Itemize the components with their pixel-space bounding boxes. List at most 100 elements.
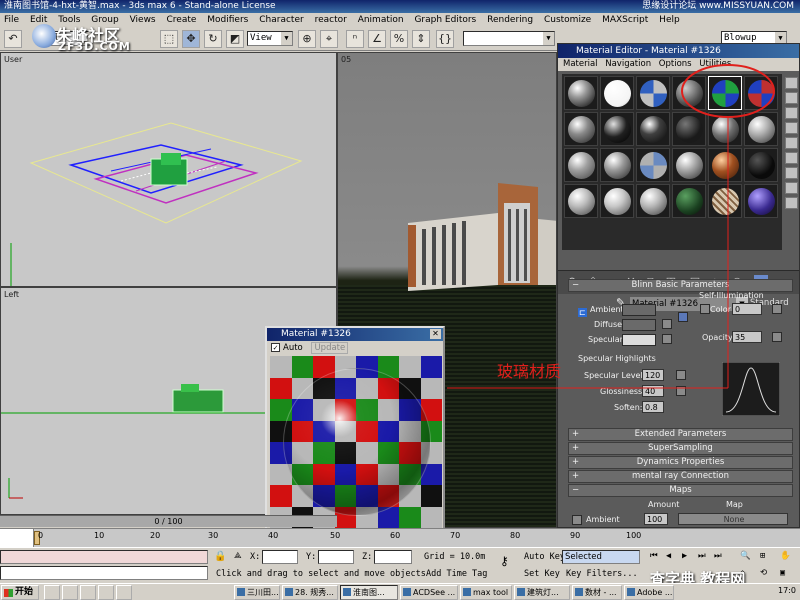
close-icon[interactable]: ✕ [430,329,441,339]
material-sample-slot[interactable] [708,148,742,182]
menu-rendering[interactable]: Rendering [487,15,533,25]
task-item[interactable]: 数材 - ... [572,585,622,600]
material-sample-slot[interactable] [672,76,706,110]
material-sample-slot[interactable] [744,112,778,146]
maximize-viewport-icon[interactable]: ▣ [780,568,785,578]
key-selection-dropdown[interactable]: Selected [562,550,640,564]
auto-checkbox[interactable]: ✓ [271,343,280,352]
material-sample-slot[interactable] [600,148,634,182]
material-sample-slot[interactable] [636,184,670,218]
orbit-icon[interactable]: ⟲ [760,568,767,578]
material-sample-slot[interactable] [636,148,670,182]
start-button[interactable]: 开始 [1,585,39,600]
diffuse-swatch[interactable] [622,319,656,331]
material-sample-slot[interactable] [636,112,670,146]
select-rotate-icon[interactable]: ↻ [204,30,222,48]
material-sample-slot[interactable] [564,76,598,110]
self-illum-spinner[interactable]: 0 [732,303,762,315]
maps-ambient-amount[interactable]: 100 [644,513,668,525]
material-sample-slot[interactable] [744,76,778,110]
quicklaunch-media-icon[interactable] [80,585,96,600]
spinner-snap-icon[interactable]: ⇕ [412,30,430,48]
track-bar[interactable]: 0 10 20 30 40 50 60 70 80 90 100 [0,528,800,548]
material-sample-slot[interactable] [744,148,778,182]
menu-help[interactable]: Help [659,15,680,25]
prev-frame-icon[interactable]: ◀ [666,551,671,561]
maps-ambient-checkbox[interactable] [572,515,582,525]
task-item[interactable]: 28. 规秀... [282,585,338,600]
glossiness-map-button[interactable] [676,386,686,396]
task-item[interactable]: Adobe ... [624,585,674,600]
quicklaunch-icon[interactable] [116,585,132,600]
lock-selection-icon[interactable]: 🔒 [214,551,226,562]
abs-mode-icon[interactable]: ⟁ [234,551,242,561]
task-item[interactable]: 三川田... [234,585,280,600]
time-slider[interactable]: 0 / 100 [0,515,337,527]
opacity-spinner[interactable]: 35 [732,331,762,343]
video-check-icon[interactable] [785,137,798,149]
x-coord-field[interactable] [262,550,298,564]
pan-icon[interactable]: ✋ [780,551,791,561]
go-to-start-icon[interactable]: ⏮ [650,551,658,561]
named-selection-dropdown[interactable] [463,31,555,46]
menu-customize[interactable]: Customize [544,15,591,25]
self-illum-map-button[interactable] [772,304,782,314]
glossiness-spinner[interactable]: 40 [642,385,664,397]
mated-menu-material[interactable]: Material [563,59,598,69]
z-coord-field[interactable] [374,550,412,564]
go-to-end-icon[interactable]: ⏭ [714,551,722,561]
lock-diffuse-specular-icon[interactable] [678,312,688,322]
menu-maxscript[interactable]: MAXScript [602,15,648,25]
diffuse-map-button[interactable] [662,319,672,329]
menu-file[interactable]: File [4,15,19,25]
quicklaunch-desktop-icon[interactable] [62,585,78,600]
y-coord-field[interactable] [318,550,354,564]
specular-swatch[interactable] [622,334,656,346]
sample-type-icon[interactable] [785,77,798,89]
maps-ambient-map-button[interactable]: None [678,513,788,525]
mated-menu-navigation[interactable]: Navigation [605,59,651,69]
task-item-active[interactable]: 淮南图... [340,585,398,600]
rollout-mental-ray[interactable]: + mental ray Connection [568,470,793,483]
mated-menu-options[interactable]: Options [659,59,692,69]
quicklaunch-explorer-icon[interactable] [98,585,114,600]
rollout-dynamics[interactable]: + Dynamics Properties [568,456,793,469]
select-manipulate-icon[interactable]: ⌖ [320,30,338,48]
material-sample-slot[interactable] [672,148,706,182]
menu-reactor[interactable]: reactor [315,15,347,25]
make-preview-icon[interactable] [785,152,798,164]
mated-menu-utilities[interactable]: Utilities [699,59,731,69]
material-navigator-icon[interactable] [785,197,798,209]
menu-graph-editors[interactable]: Graph Editors [414,15,476,25]
material-sample-slot[interactable] [600,76,634,110]
lock-ambient-diffuse-icon[interactable]: ⊏ [578,308,587,317]
select-object-icon[interactable]: ⬚ [160,30,178,48]
background-icon[interactable] [785,107,798,119]
auto-key-button[interactable]: Auto Key [524,552,565,562]
rollout-extended[interactable]: + Extended Parameters [568,428,793,441]
menu-character[interactable]: Character [259,15,303,25]
material-sample-slot[interactable] [708,184,742,218]
self-illum-color-checkbox[interactable] [700,304,710,314]
material-sample-slot[interactable] [708,112,742,146]
task-item[interactable]: ACDSee ... [400,585,458,600]
soften-spinner[interactable]: 0.8 [642,401,664,413]
play-icon[interactable]: ▶ [682,551,687,561]
select-move-icon[interactable]: ✥ [182,30,200,48]
menu-create[interactable]: Create [167,15,197,25]
task-item[interactable]: max tool [460,585,512,600]
backlight-icon[interactable] [785,92,798,104]
rollout-maps[interactable]: − Maps [568,484,793,497]
quicklaunch-ie-icon[interactable] [44,585,60,600]
angle-snap-icon[interactable]: ∠ [368,30,386,48]
select-by-material-icon[interactable] [785,182,798,194]
percent-snap-icon[interactable]: % [390,30,408,48]
zoom-icon[interactable]: 🔍 [740,551,751,561]
material-sample-slot[interactable] [672,184,706,218]
viewport-user[interactable]: User [0,52,337,287]
uv-tiling-icon[interactable] [785,122,798,134]
material-sample-slot[interactable] [744,184,778,218]
set-key-button[interactable]: Set Key [524,569,560,579]
opacity-map-button[interactable] [772,332,782,342]
maxscript-input[interactable] [0,566,208,580]
